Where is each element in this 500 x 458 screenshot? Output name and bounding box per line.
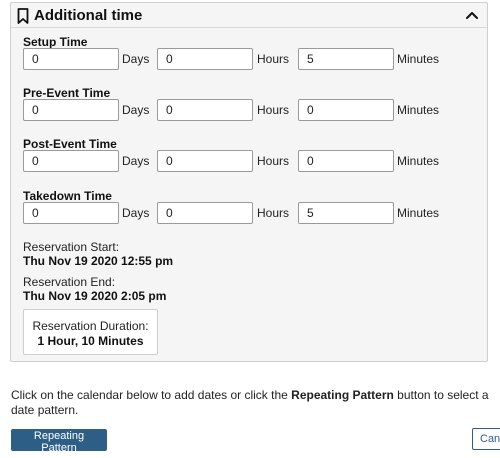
post-event-hours-input[interactable] — [157, 150, 253, 172]
reservation-end-value: Thu Nov 19 2020 2:05 pm — [23, 289, 167, 303]
pre-event-days-input[interactable] — [23, 99, 119, 121]
post-event-time-label: Post-Event Time — [23, 137, 117, 151]
reservation-duration-value: 1 Hour, 10 Minutes — [37, 334, 144, 348]
setup-minutes-input[interactable] — [298, 48, 394, 70]
hint-text-before: Click on the calendar below to add dates… — [11, 388, 292, 402]
repeating-pattern-button[interactable]: Repeating Pattern — [11, 429, 107, 454]
hint-text-bold: Repeating Pattern — [291, 388, 394, 402]
hours-unit-label: Hours — [257, 52, 290, 66]
post-event-days-input[interactable] — [23, 150, 119, 172]
minutes-unit-label: Minutes — [397, 154, 440, 168]
takedown-hours-input[interactable] — [157, 202, 253, 224]
calendar-hint: Click on the calendar below to add dates… — [11, 388, 491, 418]
hours-unit-label: Hours — [257, 154, 290, 168]
reservation-duration-box: Reservation Duration: 1 Hour, 10 Minutes — [23, 309, 158, 355]
takedown-time-label: Takedown Time — [23, 189, 112, 203]
additional-time-panel: Additional time Setup Time Days Hours Mi… — [10, 2, 488, 362]
setup-days-input[interactable] — [23, 48, 119, 70]
bookmark-icon — [17, 8, 29, 24]
minutes-unit-label: Minutes — [397, 206, 440, 220]
reservation-end-label: Reservation End: — [23, 275, 116, 289]
setup-time-label: Setup Time — [23, 35, 88, 49]
pre-event-minutes-input[interactable] — [298, 99, 394, 121]
reservation-duration-label: Reservation Duration: — [32, 319, 149, 333]
reservation-start-label: Reservation Start: — [23, 240, 120, 254]
days-unit-label: Days — [122, 52, 150, 66]
hours-unit-label: Hours — [257, 206, 290, 220]
post-event-minutes-input[interactable] — [298, 150, 394, 172]
minutes-unit-label: Minutes — [397, 52, 440, 66]
panel-header[interactable]: Additional time — [11, 3, 487, 28]
days-unit-label: Days — [122, 154, 150, 168]
cancel-button[interactable]: Canc — [472, 428, 500, 450]
pre-event-hours-input[interactable] — [157, 99, 253, 121]
setup-hours-input[interactable] — [157, 48, 253, 70]
takedown-minutes-input[interactable] — [298, 202, 394, 224]
pre-event-time-label: Pre-Event Time — [23, 86, 111, 100]
panel-title: Additional time — [34, 7, 143, 24]
reservation-start-value: Thu Nov 19 2020 12:55 pm — [23, 254, 174, 268]
days-unit-label: Days — [122, 206, 150, 220]
hours-unit-label: Hours — [257, 103, 290, 117]
chevron-up-icon[interactable] — [465, 9, 479, 21]
minutes-unit-label: Minutes — [397, 103, 440, 117]
days-unit-label: Days — [122, 103, 150, 117]
takedown-days-input[interactable] — [23, 202, 119, 224]
